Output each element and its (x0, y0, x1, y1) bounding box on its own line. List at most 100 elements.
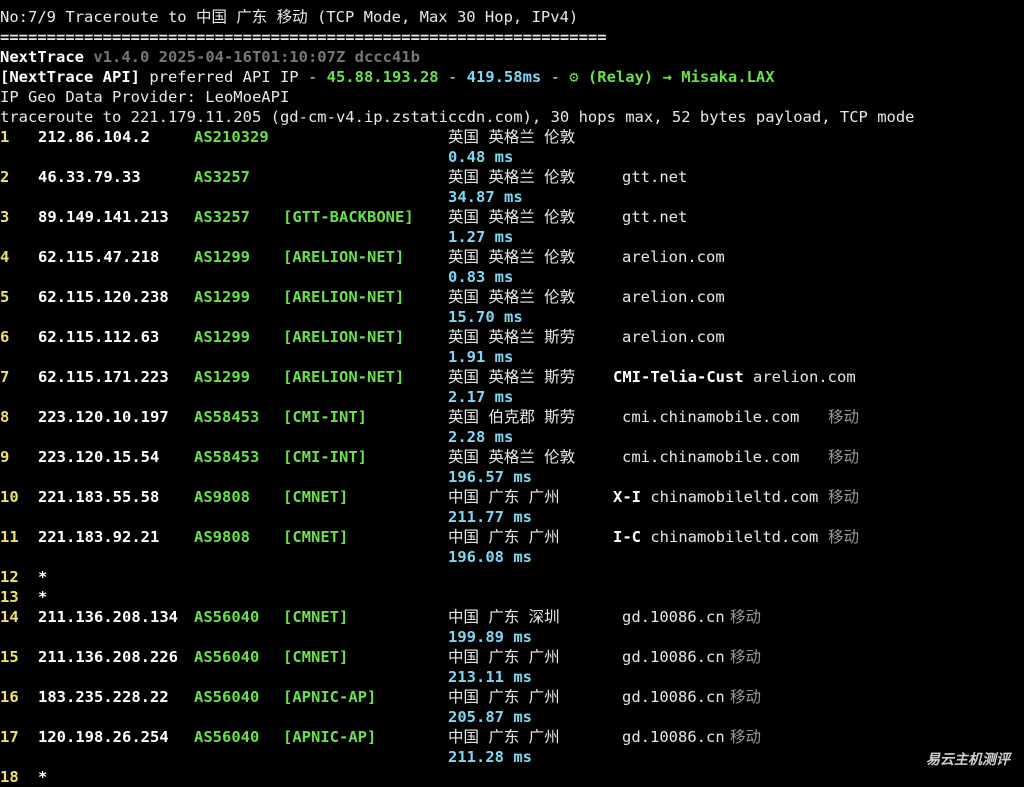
hop-geo: 英国 英格兰 伦敦 (448, 288, 576, 306)
hop-latency: 1.27 ms (448, 228, 514, 246)
hop-latency: 213.11 ms (448, 668, 532, 686)
hop-ip: 62.115.47.218 (38, 248, 160, 266)
hop-host: gtt.net (622, 207, 687, 227)
hop-number: 9 (0, 448, 10, 466)
hop-latency: 199.89 ms (448, 628, 532, 646)
hop-latency: 34.87 ms (448, 188, 523, 206)
hop-number: 14 (0, 608, 19, 626)
hop-asn: AS1299 (194, 328, 250, 346)
hop-ip: 212.86.104.2 (38, 128, 150, 146)
hop-isp: 移动 (828, 448, 860, 466)
hop-number: 1 (0, 128, 10, 146)
hop-asn: AS9808 (194, 488, 250, 506)
hop-geo: 中国 广东 深圳 (448, 608, 560, 626)
hop-hostname: gd.10086.cn (622, 608, 725, 626)
hop-isp: 移动 (730, 648, 762, 666)
hop-host-label: CMI-Telia-Cust (613, 368, 744, 386)
api-line: [NextTrace API] preferred API IP - 45.88… (0, 68, 775, 86)
trace-title: No:7/9 Traceroute to 中国 广东 移动 (TCP Mode,… (0, 8, 579, 26)
hop-network-tag: [ARELION-NET] (283, 328, 405, 346)
hop-asn: AS56040 (194, 688, 260, 706)
hop-latency: 196.08 ms (448, 548, 532, 566)
hop-timeout: * (38, 588, 48, 606)
hop-geo: 英国 英格兰 伦敦 (448, 448, 576, 466)
hop-number: 4 (0, 248, 10, 266)
hop-isp: 移动 (828, 488, 860, 506)
hop-asn: AS1299 (194, 248, 250, 266)
hop-ip: 89.149.141.213 (38, 208, 169, 226)
hop-number: 11 (0, 528, 19, 546)
hop-geo: 英国 英格兰 斯劳 (448, 368, 576, 386)
hop-network-tag: [CMI-INT] (283, 408, 367, 426)
hop-host: arelion.com (622, 247, 725, 267)
hop-asn: AS56040 (194, 648, 260, 666)
hop-ip: 120.198.26.254 (38, 728, 169, 746)
hop-number: 12 (0, 568, 19, 586)
hop-number: 18 (0, 768, 19, 786)
hop-isp: 移动 (828, 528, 860, 546)
hop-hostname: arelion.com (622, 328, 725, 346)
hop-network-tag: [CMNET] (283, 608, 349, 626)
hop-ip: 46.33.79.33 (38, 168, 141, 186)
hop-latency: 211.28 ms (448, 748, 532, 766)
hop-ip: 211.136.208.134 (38, 608, 178, 626)
hop-host: gd.10086.cn (622, 647, 725, 667)
hop-asn: AS210329 (194, 128, 269, 146)
hop-asn: AS56040 (194, 728, 260, 746)
hop-network-tag: [CMNET] (283, 528, 349, 546)
hop-network-tag: [APNIC-AP] (283, 688, 377, 706)
hop-geo: 英国 伯克郡 斯劳 (448, 408, 576, 426)
hop-network-tag: [GTT-BACKBONE] (283, 208, 414, 226)
hop-isp: 移动 (730, 688, 762, 706)
hop-number: 16 (0, 688, 19, 706)
hop-network-tag: [ARELION-NET] (283, 288, 405, 306)
hop-latency: 0.83 ms (448, 268, 514, 286)
hop-host: cmi.chinamobile.com (622, 447, 799, 467)
hop-hostname: arelion.com (622, 288, 725, 306)
hop-hostname: gtt.net (622, 208, 688, 226)
hop-network-tag: [CMI-INT] (283, 448, 367, 466)
hop-latency: 1.91 ms (448, 348, 514, 366)
hop-geo: 中国 广东 广州 (448, 488, 560, 506)
hop-number: 2 (0, 168, 10, 186)
hop-latency: 211.77 ms (448, 508, 532, 526)
hop-latency: 2.28 ms (448, 428, 514, 446)
hop-ip: 211.136.208.226 (38, 648, 178, 666)
hop-timeout: * (38, 768, 48, 786)
hop-latency: 196.57 ms (448, 468, 532, 486)
hop-host: X-I chinamobileltd.com (613, 487, 818, 507)
hop-hostname: gtt.net (622, 168, 688, 186)
hop-hostname: chinamobileltd.com (650, 528, 819, 546)
hop-hostname: cmi.chinamobile.com (622, 448, 800, 466)
hop-host: arelion.com (622, 327, 725, 347)
hop-asn: AS56040 (194, 608, 260, 626)
hop-asn: AS3257 (194, 208, 250, 226)
hop-ip: 223.120.10.197 (38, 408, 169, 426)
hop-number: 8 (0, 408, 10, 426)
hop-ip: 223.120.15.54 (38, 448, 160, 466)
hop-isp: 移动 (730, 608, 762, 626)
hop-host: gd.10086.cn (622, 687, 725, 707)
hop-host: gd.10086.cn (622, 727, 725, 747)
hop-asn: AS1299 (194, 368, 250, 386)
hop-number: 7 (0, 368, 10, 386)
hop-hostname: chinamobileltd.com (650, 488, 819, 506)
hop-ip: 62.115.171.223 (38, 368, 169, 386)
hop-network-tag: [ARELION-NET] (283, 368, 405, 386)
hop-geo: 英国 英格兰 伦敦 (448, 248, 576, 266)
hop-geo: 英国 英格兰 斯劳 (448, 328, 576, 346)
hop-network-tag: [CMNET] (283, 488, 349, 506)
hop-geo: 英国 英格兰 伦敦 (448, 128, 576, 146)
hop-number: 13 (0, 588, 19, 606)
hop-isp: 移动 (828, 408, 860, 426)
hop-timeout: * (38, 568, 48, 586)
hop-latency: 2.17 ms (448, 388, 514, 406)
hop-hostname: arelion.com (622, 248, 725, 266)
hop-network-tag: [APNIC-AP] (283, 728, 377, 746)
hop-host: cmi.chinamobile.com (622, 407, 799, 427)
hop-ip: 62.115.112.63 (38, 328, 160, 346)
geo-provider-line: IP Geo Data Provider: LeoMoeAPI (0, 88, 290, 106)
hop-latency: 15.70 ms (448, 308, 523, 326)
hop-network-tag: [CMNET] (283, 648, 349, 666)
hop-geo: 英国 英格兰 伦敦 (448, 208, 576, 226)
